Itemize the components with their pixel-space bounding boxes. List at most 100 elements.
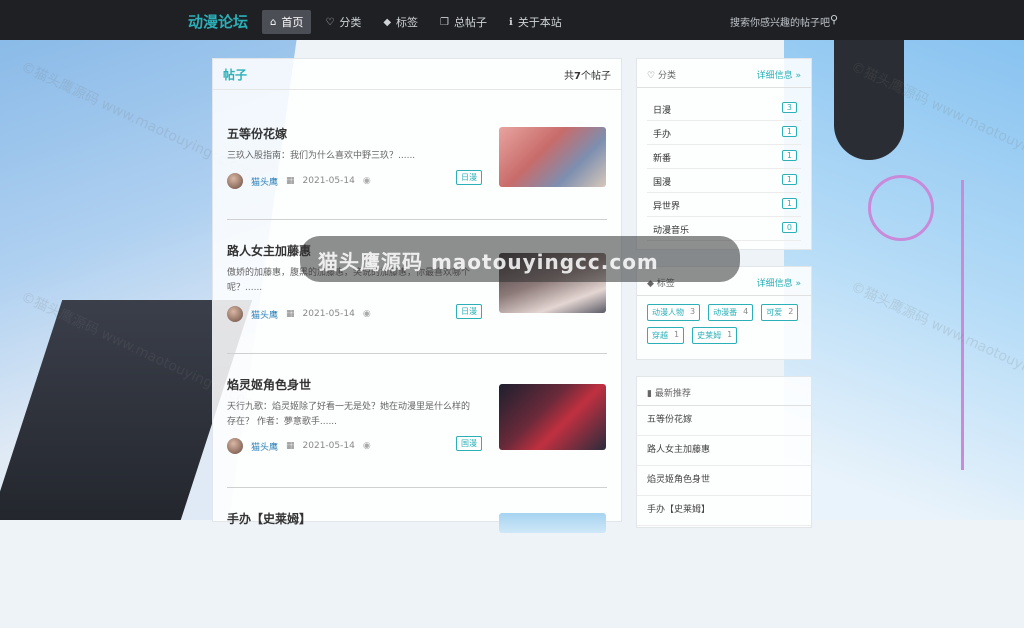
category-count: 0 xyxy=(781,222,797,233)
post-author[interactable]: 猫头鹰 xyxy=(251,175,278,188)
post-excerpt: 天行九歌：焰灵姬除了好看一无是处？她在动漫里是什么样的存在？ 作者：夢意歌手..… xyxy=(227,402,471,427)
post-title[interactable]: 路人女主加藤惠 xyxy=(227,242,311,259)
category-name: 异世界 xyxy=(653,202,681,212)
category-item[interactable]: 手办 1 xyxy=(647,121,801,145)
tag-count: 4 xyxy=(743,307,749,316)
watermark-banner-text: 猫头鹰源码 maotouyingcc.com xyxy=(318,250,659,274)
tag-name: 动漫人物 xyxy=(652,308,684,317)
views-icon: ◉ xyxy=(362,441,371,451)
tag-count: 2 xyxy=(788,307,794,316)
recommend-title: ▮ 最新推荐 xyxy=(647,386,691,399)
tag-icon: ◆ xyxy=(383,16,392,28)
calendar-icon: ▦ xyxy=(286,309,295,319)
post-thumbnail[interactable] xyxy=(499,127,606,187)
count-suffix: 个帖子 xyxy=(581,71,611,82)
post-tag[interactable]: 日漫 xyxy=(456,304,482,319)
views-icon: ◉ xyxy=(362,176,371,186)
post-title[interactable]: 焰灵姬角色身世 xyxy=(227,376,311,393)
bg-hair-right xyxy=(784,40,1024,520)
tag-pill[interactable]: 穿越 1 xyxy=(647,327,685,344)
post-author[interactable]: 猫头鹰 xyxy=(251,308,278,321)
post-author[interactable]: 猫头鹰 xyxy=(251,440,278,453)
category-item[interactable]: 日漫 3 xyxy=(647,97,801,121)
bulb-icon: ♡ xyxy=(647,71,658,81)
category-name: 新番 xyxy=(653,154,672,164)
recommend-header: ▮ 最新推荐 xyxy=(637,377,811,406)
tag-pill[interactable]: 动漫人物 3 xyxy=(647,304,701,321)
tag-count: 3 xyxy=(690,307,696,316)
nav-label: 总帖子 xyxy=(454,16,487,29)
tag-pill[interactable]: 史莱姆 1 xyxy=(692,327,738,344)
post-meta: 猫头鹰 ▦ 2021-05-14 ◉ xyxy=(227,438,371,454)
divider xyxy=(227,353,607,354)
info-icon: ℹ xyxy=(509,16,513,28)
tag-name: 可爱 xyxy=(766,308,783,317)
search-icon[interactable]: ⚲ xyxy=(830,13,838,26)
posts-panel: 帖子 共7个帖子 五等份花嫁 三玖入股指南：我们为什么喜欢中野三玖？......… xyxy=(212,58,622,533)
site-logo[interactable]: 动漫论坛 xyxy=(188,11,248,32)
category-item[interactable]: 国漫 1 xyxy=(647,169,801,193)
count-number: 7 xyxy=(574,71,581,82)
calendar-icon: ▦ xyxy=(286,441,295,451)
calendar-icon: ▦ xyxy=(286,176,295,186)
nav-categories[interactable]: ♡ 分类 xyxy=(317,10,369,34)
tags-more-link[interactable]: 详细信息 » xyxy=(757,276,801,289)
recommend-item[interactable]: 路人女主加藤惠 xyxy=(637,436,811,466)
post-date: 2021-05-14 xyxy=(302,176,355,186)
post-thumbnail[interactable] xyxy=(499,384,606,450)
post-item[interactable]: 五等份花嫁 三玖入股指南：我们为什么喜欢中野三玖？...... 猫头鹰 ▦ 20… xyxy=(213,125,621,243)
nav-all-posts[interactable]: ❐ 总帖子 xyxy=(432,10,495,34)
search-input[interactable]: 搜索你感兴趣的帖子吧 xyxy=(730,14,830,29)
post-title[interactable]: 五等份花嫁 xyxy=(227,125,287,142)
nav-home[interactable]: ⌂ 首页 xyxy=(262,10,312,34)
nav-tags[interactable]: ◆ 标签 xyxy=(375,10,426,34)
nav-about[interactable]: ℹ 关于本站 xyxy=(501,10,570,34)
category-item[interactable]: 新番 1 xyxy=(647,145,801,169)
tag-name: 史莱姆 xyxy=(697,331,722,340)
tag-cloud: 动漫人物 3 动漫番 4 可爱 2 穿越 1 史莱姆 1 xyxy=(637,296,811,352)
top-navbar: 动漫论坛 ⌂ 首页 ♡ 分类 ◆ 标签 ❐ 总帖子 ℹ 关于本站 搜索你感兴趣的… xyxy=(0,0,1024,40)
copy-icon: ❐ xyxy=(440,16,449,28)
recommend-item[interactable]: 手办【史莱姆】 xyxy=(637,496,811,526)
avatar xyxy=(227,173,243,189)
tag-pill[interactable]: 可爱 2 xyxy=(761,304,799,321)
post-thumbnail[interactable] xyxy=(499,513,606,533)
bookmark-icon: ▮ xyxy=(647,389,655,399)
divider xyxy=(227,219,607,220)
post-meta: 猫头鹰 ▦ 2021-05-14 ◉ xyxy=(227,173,371,189)
tag-name: 动漫番 xyxy=(713,308,738,317)
tag-count: 1 xyxy=(674,330,680,339)
category-item[interactable]: 异世界 1 xyxy=(647,193,801,217)
nav-label: 首页 xyxy=(281,16,304,29)
bg-dark-hair xyxy=(834,40,904,160)
post-item[interactable]: 焰灵姬角色身世 天行九歌：焰灵姬除了好看一无是处？她在动漫里是什么样的存在？ 作… xyxy=(213,376,621,494)
nav-label: 标签 xyxy=(396,16,419,29)
category-count: 1 xyxy=(781,174,797,185)
recommend-item[interactable]: 焰灵姬角色身世 xyxy=(637,466,811,496)
recommend-item[interactable]: 五等份花嫁 xyxy=(637,406,811,436)
tag-count: 1 xyxy=(727,330,733,339)
post-item[interactable]: 手办【史莱姆】 xyxy=(213,510,621,628)
categories-panel: ♡ 分类 详细信息 » 日漫 3 手办 1 新番 1 国漫 1 异世界 1 动漫音乐 0 xyxy=(636,58,812,250)
posts-header: 帖子 共7个帖子 xyxy=(213,59,621,90)
post-excerpt: 三玖入股指南：我们为什么喜欢中野三玖？...... xyxy=(227,151,416,161)
posts-count: 共7个帖子 xyxy=(564,67,611,82)
post-meta: 猫头鹰 ▦ 2021-05-14 ◉ xyxy=(227,306,371,322)
post-date: 2021-05-14 xyxy=(302,441,355,451)
avatar xyxy=(227,438,243,454)
post-date: 2021-05-14 xyxy=(302,309,355,319)
category-count: 1 xyxy=(781,126,797,137)
categories-more-link[interactable]: 详细信息 » xyxy=(757,68,801,81)
tag-pill[interactable]: 动漫番 4 xyxy=(708,304,754,321)
category-name: 日漫 xyxy=(653,106,672,116)
post-title[interactable]: 手办【史莱姆】 xyxy=(227,510,311,527)
categories-title-text: 分类 xyxy=(657,71,676,81)
avatar xyxy=(227,306,243,322)
nav-label: 分类 xyxy=(339,16,362,29)
bulb-icon: ♡ xyxy=(325,16,335,28)
recommend-panel: ▮ 最新推荐 五等份花嫁 路人女主加藤惠 焰灵姬角色身世 手办【史莱姆】 xyxy=(636,376,812,528)
post-tag[interactable]: 日漫 xyxy=(456,170,482,185)
categories-title: ♡ 分类 xyxy=(647,68,676,81)
post-tag[interactable]: 国漫 xyxy=(456,436,482,451)
main-nav: ⌂ 首页 ♡ 分类 ◆ 标签 ❐ 总帖子 ℹ 关于本站 xyxy=(262,10,570,34)
